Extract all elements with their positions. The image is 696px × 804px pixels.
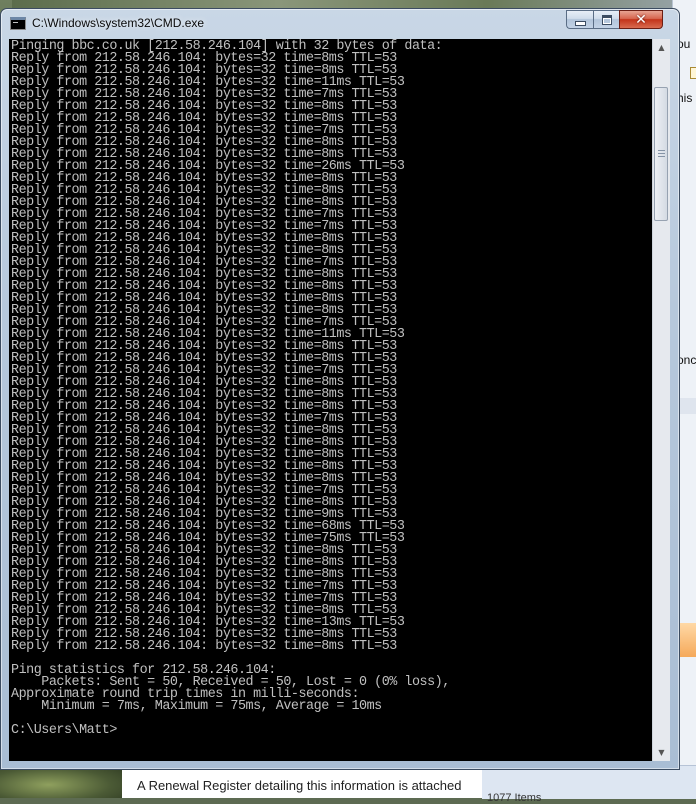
- scroll-down-arrow-icon[interactable]: ▼: [654, 744, 669, 761]
- background-status-text: 1077 Items: [487, 792, 542, 804]
- title-bar[interactable]: C:\Windows\system32\CMD.exe ✕: [1, 9, 679, 39]
- thumb-grip-line: [658, 153, 665, 154]
- thumb-grip-line: [658, 156, 665, 157]
- close-icon: ✕: [635, 11, 647, 28]
- background-status-bar: 1077 Items: [482, 765, 696, 804]
- scroll-up-arrow-icon[interactable]: ▲: [654, 39, 669, 56]
- cmd-window[interactable]: C:\Windows\system32\CMD.exe ✕ Pinging bb…: [0, 8, 680, 770]
- background-document-text: A Renewal Register detailing this inform…: [137, 778, 462, 793]
- vertical-scrollbar[interactable]: ▲ ▼: [652, 39, 670, 761]
- console-output[interactable]: Pinging bbc.co.uk [212.58.246.104] with …: [9, 39, 652, 761]
- close-button[interactable]: ✕: [619, 10, 663, 29]
- scroll-thumb[interactable]: [654, 87, 668, 221]
- thumb-grip-line: [658, 150, 665, 151]
- caption-buttons: ✕: [566, 10, 663, 30]
- minimize-icon: [574, 20, 586, 26]
- minimize-button[interactable]: [566, 10, 593, 29]
- maximize-button[interactable]: [593, 10, 619, 29]
- console-text: Pinging bbc.co.uk [212.58.246.104] with …: [11, 39, 450, 738]
- desktop-background-top: [0, 0, 696, 8]
- background-checkbox[interactable]: [690, 67, 696, 79]
- window-title: C:\Windows\system32\CMD.exe: [32, 16, 205, 30]
- cmd-icon[interactable]: [10, 17, 26, 30]
- maximize-icon: [601, 14, 612, 25]
